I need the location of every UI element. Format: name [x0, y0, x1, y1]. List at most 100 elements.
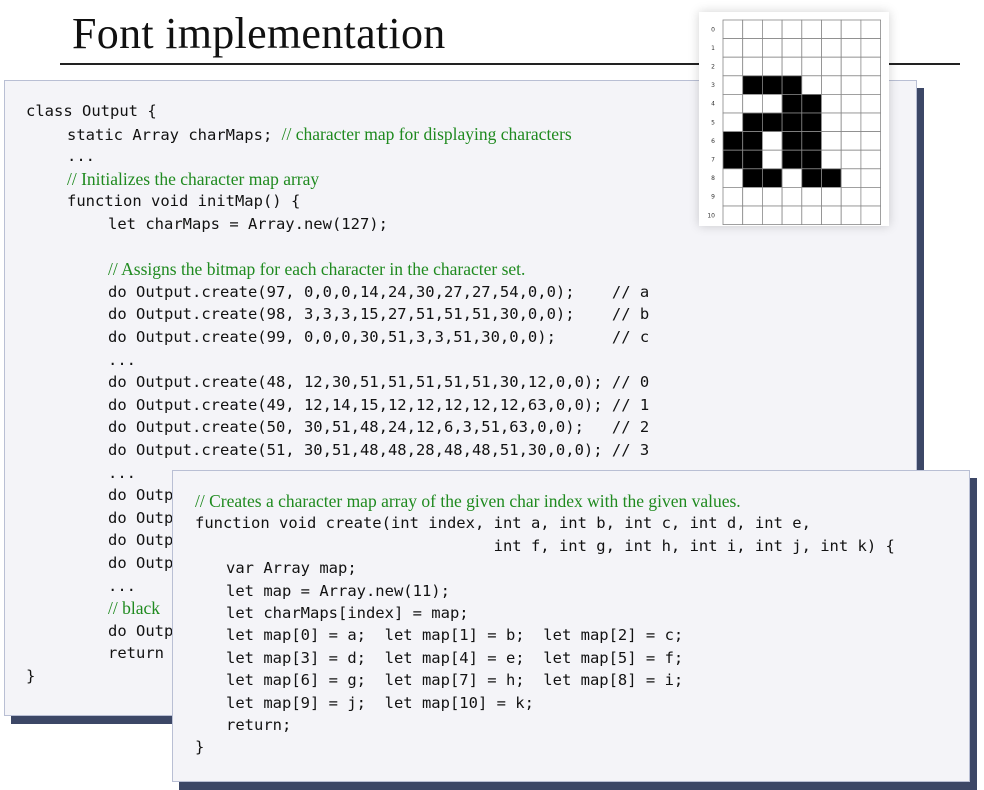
pixel-off: [801, 38, 822, 58]
pixel-off: [860, 149, 881, 170]
pixel-off: [742, 56, 763, 77]
pixel-off: [781, 205, 803, 226]
pixel-off: [840, 75, 862, 95]
code-text: ...: [67, 147, 95, 166]
pixel-on: [742, 149, 763, 170]
code-comment: // Creates a character map array of the …: [195, 491, 741, 511]
code-line: do Output.create(49, 12,14,15,12,12,12,1…: [108, 394, 649, 417]
pixel-off: [821, 131, 842, 151]
code-line: }: [26, 665, 35, 688]
pixel-off: [722, 56, 744, 77]
pixel-on: [801, 131, 822, 151]
code-line: let charMaps = Array.new(127);: [108, 213, 388, 236]
code-comment: // Assigns the bitmap for each character…: [108, 259, 526, 280]
code-line: do Output.create(51, 30,51,48,48,28,48,4…: [108, 439, 649, 462]
pixel-on: [762, 112, 783, 133]
pixel-off: [860, 38, 881, 58]
code-line: do Outp: [108, 620, 173, 643]
code-text: function void initMap() {: [67, 192, 301, 211]
pixel-off: [840, 149, 862, 170]
code-text: do Output.create(97, 0,0,0,14,24,30,27,2…: [108, 282, 650, 301]
code-text: let map[0] = a; let map[1] = b; let map[…: [226, 626, 684, 645]
row-number-label: 10: [707, 212, 715, 219]
pixel-off: [860, 75, 881, 95]
glyph-bitmap-a: 0 1 2 3 4 5 6 7 8 9 10: [699, 12, 889, 226]
pixel-off: [801, 56, 822, 77]
code-line: do Output.create(48, 12,30,51,51,51,51,5…: [108, 371, 649, 394]
code-line: let map[6] = g; let map[7] = h; let map[…: [226, 669, 683, 692]
pixel-on: [742, 75, 763, 95]
pixel-off: [762, 19, 783, 40]
pixel-off: [821, 56, 842, 77]
pixel-off: [762, 186, 783, 207]
pixel-off: [722, 168, 744, 188]
code-text: do Output.create(98, 3,3,3,15,27,51,51,5…: [108, 305, 650, 324]
code-text: ...: [108, 463, 136, 482]
code-text: do Outp: [108, 621, 174, 640]
pixel-off: [801, 75, 822, 95]
code-line: class Output {: [26, 100, 157, 123]
pixel-off: [722, 75, 744, 95]
pixel-on: [801, 149, 822, 170]
code-text: int f, int g, int h, int i, int j, int k…: [195, 536, 895, 555]
pixel-off: [762, 149, 783, 170]
code-line: return;: [226, 714, 291, 737]
pixel-off: [801, 205, 822, 226]
pixel-off: [762, 205, 783, 226]
code-text: }: [195, 738, 205, 757]
pixel-off: [860, 19, 881, 40]
row-number-label: 3: [711, 82, 715, 89]
code-line: do Outp: [108, 529, 173, 552]
code-comment: // black: [108, 598, 160, 619]
pixel-on: [821, 168, 842, 188]
code-comment: // Initializes the character map array: [67, 168, 320, 189]
row-number-label: 5: [711, 119, 715, 126]
pixel-off: [762, 56, 783, 77]
pixel-off: [762, 94, 783, 114]
pixel-off: [860, 112, 881, 133]
title-underline-right: [888, 63, 960, 65]
pixel-off: [821, 38, 842, 58]
row-number-label: 9: [711, 194, 715, 201]
pixel-off: [781, 168, 803, 188]
code-text: ...: [108, 350, 136, 369]
code-text: let charMaps[index] = map;: [226, 604, 469, 622]
pixel-off: [821, 112, 842, 133]
pixel-on: [801, 94, 822, 114]
pixel-off: [840, 205, 862, 226]
row-number-label: 4: [711, 101, 715, 108]
code-text: let map[3] = d; let map[4] = e; let map[…: [226, 648, 684, 667]
code-line: let map = Array.new(11);: [226, 580, 450, 603]
pixel-off: [821, 149, 842, 170]
row-number-label: 8: [711, 175, 715, 182]
code-line: function void create(int index, int a, i…: [195, 512, 811, 535]
pixel-off: [722, 19, 744, 40]
pixel-off: [840, 94, 862, 114]
pixel-off: [742, 94, 763, 114]
pixel-off: [781, 56, 803, 77]
code-line: ...: [108, 462, 136, 485]
code-line: // black: [108, 597, 160, 621]
code-line: // Creates a character map array of the …: [195, 490, 741, 514]
pixel-off: [781, 19, 803, 40]
code-line: ...: [67, 145, 95, 168]
code-line: ...: [108, 349, 136, 372]
pixel-off: [821, 205, 842, 226]
pixel-off: [821, 19, 842, 40]
pixel-off: [860, 168, 881, 188]
pixel-off: [762, 131, 783, 151]
pixel-off: [840, 19, 862, 40]
row-number-label: 2: [711, 64, 715, 71]
pixel-off: [801, 19, 822, 40]
pixel-on: [781, 94, 803, 114]
code-text: do Output.create(99, 0,0,0,30,51,3,3,51,…: [108, 328, 650, 346]
title-underline-left: [60, 63, 700, 65]
pixel-on: [742, 168, 763, 188]
code-line: let map[3] = d; let map[4] = e; let map[…: [226, 647, 683, 670]
code-line: do Outp: [108, 507, 173, 530]
code-line: static Array charMaps; // character map …: [67, 123, 572, 147]
pixel-off: [722, 112, 744, 133]
code-line: }: [195, 736, 204, 759]
pixel-off: [781, 38, 803, 58]
pixel-on: [722, 131, 744, 151]
